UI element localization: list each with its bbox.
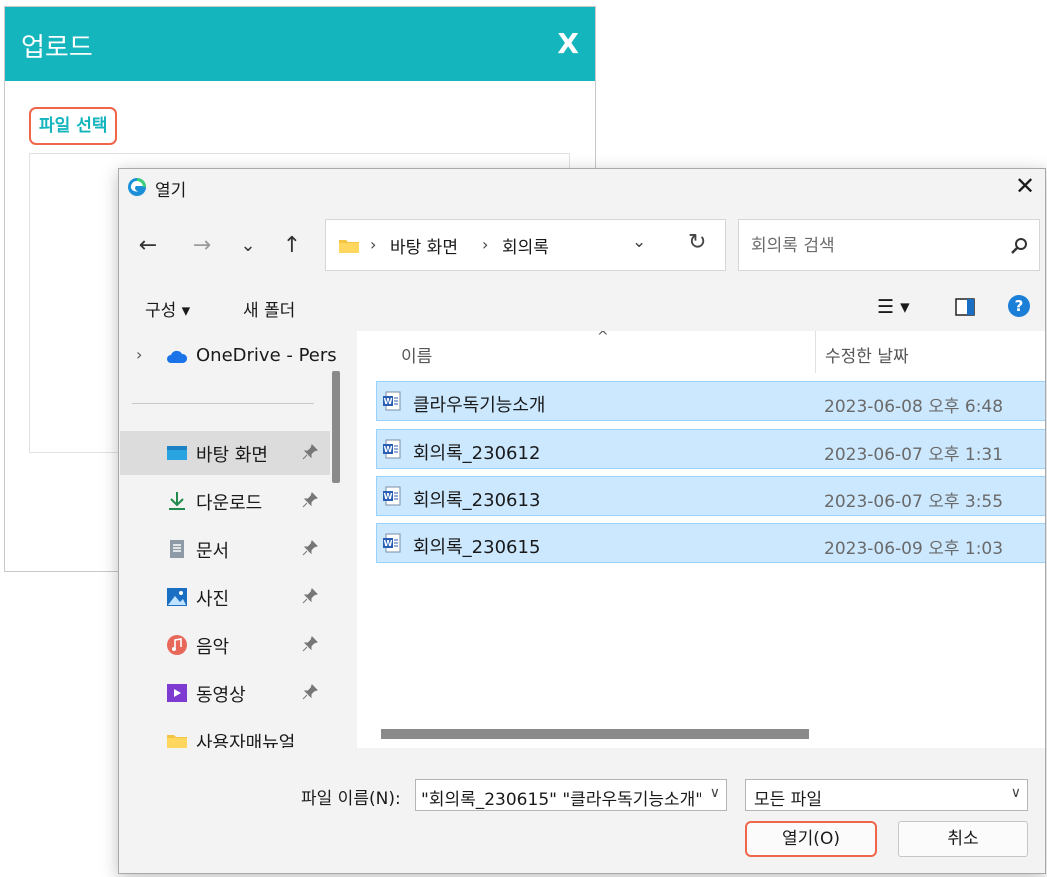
nav-item-videos[interactable]: 동영상 (120, 671, 330, 715)
view-options-icon[interactable]: ☰ ▾ (877, 294, 910, 320)
download-icon (169, 492, 185, 510)
nav-item-label: 음악 (196, 637, 230, 658)
recent-locations-button[interactable]: ⌄ (235, 231, 261, 261)
nav-item-documents[interactable]: 문서 (120, 527, 330, 571)
preview-pane-icon[interactable] (955, 297, 975, 317)
file-modified-date: 2023-06-07 오후 3:55 (824, 492, 1004, 512)
word-document-icon: W (383, 439, 401, 459)
music-icon (167, 635, 187, 655)
folder-icon (339, 240, 359, 253)
cloud-icon (167, 350, 188, 363)
refresh-icon[interactable]: ↻ (688, 230, 706, 255)
nav-item-downloads[interactable]: 다운로드 (120, 479, 330, 523)
breadcrumb-desktop[interactable]: 바탕 화면 (390, 233, 458, 258)
filename-value: "회의록_230615" "클라우독기능소개" (421, 790, 701, 810)
pin-icon[interactable] (302, 444, 318, 460)
help-icon[interactable]: ? (1007, 294, 1031, 318)
upload-close-button[interactable]: X (557, 27, 579, 60)
svg-text:?: ? (1015, 297, 1024, 315)
file-list-pane: ^ 이름 수정한 날짜 W 클라우독기능소개 2023-06-08 오후 6:4… (357, 331, 1045, 748)
edge-browser-icon (128, 178, 146, 196)
file-type-select[interactable]: 모든 파일 ∨ (745, 779, 1028, 811)
breadcrumb-separator: › (370, 235, 377, 254)
organize-menu[interactable]: 구성 ▾ (145, 296, 190, 321)
pin-icon[interactable] (302, 540, 318, 556)
svg-text:W: W (384, 539, 393, 548)
file-row[interactable]: W 회의록_230613 2023-06-07 오후 3:55 (376, 476, 1045, 516)
pin-icon[interactable] (302, 684, 318, 700)
nav-item-label: 문서 (196, 541, 230, 562)
pin-icon[interactable] (302, 588, 318, 604)
chevron-down-icon[interactable]: ∨ (1011, 785, 1021, 801)
file-modified-date: 2023-06-09 오후 1:03 (824, 539, 1004, 559)
desktop-icon (167, 446, 187, 460)
dialog-titlebar: 열기 ✕ (119, 169, 1045, 205)
file-modified-date: 2023-06-07 오후 1:31 (824, 445, 1004, 465)
column-header-name[interactable]: 이름 (401, 342, 432, 367)
filename-input[interactable]: "회의록_230615" "클라우독기능소개" ∨ (415, 779, 727, 811)
file-row[interactable]: W 클라우독기능소개 2023-06-08 오후 6:48 (376, 381, 1045, 421)
filename-label: 파일 이름(N): (301, 789, 401, 809)
nav-item-label: 사용자매뉴얼 (196, 733, 296, 748)
nav-item-desktop[interactable]: 바탕 화면 (120, 431, 330, 475)
svg-text:W: W (384, 492, 393, 501)
horizontal-scrollbar[interactable] (381, 729, 809, 739)
file-select-button[interactable]: 파일 선택 (29, 107, 118, 145)
back-button[interactable]: ← (135, 231, 161, 261)
word-document-icon: W (383, 486, 401, 506)
nav-item-label: OneDrive - Pers (196, 345, 337, 366)
file-row[interactable]: W 회의록_230612 2023-06-07 오후 1:31 (376, 429, 1045, 469)
cancel-button[interactable]: 취소 (898, 821, 1028, 857)
nav-pane-scrollbar[interactable] (332, 371, 340, 483)
open-button[interactable]: 열기(O) (745, 821, 877, 857)
nav-item-label: 바탕 화면 (196, 445, 268, 466)
file-name: 회의록_230612 (413, 443, 541, 464)
nav-item-pictures[interactable]: 사진 (120, 575, 330, 619)
nav-item-music[interactable]: 음악 (120, 623, 330, 667)
breadcrumb-separator: › (482, 235, 489, 254)
file-modified-date: 2023-06-08 오후 6:48 (824, 397, 1004, 417)
dialog-close-button[interactable]: ✕ (1011, 171, 1039, 201)
chevron-down-icon[interactable]: ∨ (710, 785, 720, 801)
file-name: 회의록_230615 (413, 537, 541, 558)
upload-header: 업로드 X (5, 7, 595, 81)
pin-icon[interactable] (302, 636, 318, 652)
nav-item-label: 사진 (196, 589, 230, 610)
document-icon (170, 540, 184, 558)
expand-chevron-icon[interactable]: › (136, 345, 142, 364)
word-document-icon: W (383, 533, 401, 553)
file-row[interactable]: W 회의록_230615 2023-06-09 오후 1:03 (376, 523, 1045, 563)
pin-icon[interactable] (302, 492, 318, 508)
address-bar[interactable]: › 바탕 화면 › 회의록 ⌄ ↻ (325, 219, 726, 271)
file-name: 클라우독기능소개 (413, 395, 546, 416)
search-input[interactable] (749, 232, 1003, 260)
sort-ascending-icon: ^ (597, 331, 609, 345)
video-icon (167, 684, 187, 702)
nav-item-user-manual[interactable]: 사용자매뉴얼 (120, 719, 330, 748)
new-folder-button[interactable]: 새 폴더 (243, 296, 295, 321)
address-history-chevron-icon[interactable]: ⌄ (632, 232, 646, 252)
column-divider[interactable] (815, 331, 816, 373)
file-name: 회의록_230613 (413, 490, 541, 511)
nav-item-label: 다운로드 (196, 493, 263, 514)
svg-text:W: W (384, 445, 393, 454)
folder-icon (167, 735, 187, 748)
file-type-value: 모든 파일 (754, 790, 822, 810)
nav-item-onedrive[interactable]: › OneDrive - Pers (120, 335, 337, 379)
forward-button[interactable]: → (189, 231, 215, 261)
dialog-title: 열기 (155, 181, 187, 201)
search-box (738, 219, 1040, 271)
open-file-dialog: 열기 ✕ ← → ⌄ ↑ › 바탕 화면 › 회의록 ⌄ ↻ 구성 ▾ 새 폴더… (118, 168, 1046, 874)
upload-title: 업로드 (21, 33, 93, 63)
nav-item-label: 동영상 (196, 685, 246, 706)
column-header-modified[interactable]: 수정한 날짜 (825, 342, 909, 367)
nav-divider (132, 403, 314, 404)
picture-icon (167, 588, 187, 606)
word-document-icon: W (383, 391, 401, 411)
navigation-pane: › OneDrive - Pers 바탕 화면 다운로드 문서 사진 음악 동영… (120, 331, 350, 748)
up-button[interactable]: ↑ (279, 231, 305, 261)
breadcrumb-meeting-notes[interactable]: 회의록 (502, 233, 549, 258)
svg-text:W: W (384, 397, 393, 406)
search-icon[interactable] (1009, 236, 1029, 256)
